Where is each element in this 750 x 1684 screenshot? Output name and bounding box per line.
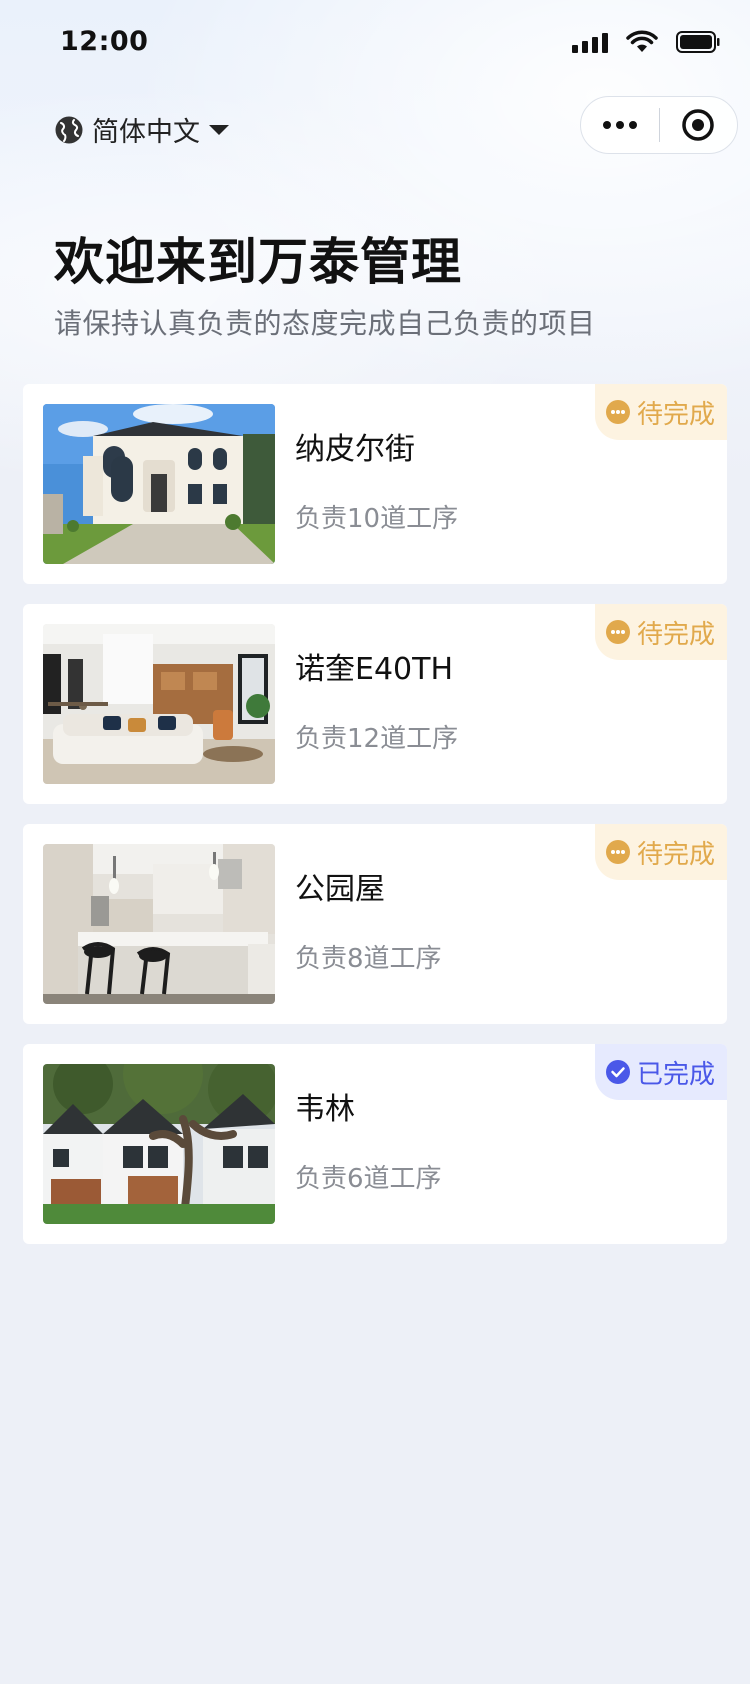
check-circle-icon — [605, 1059, 631, 1085]
project-task-count: 负责12道工序 — [295, 724, 459, 754]
project-card[interactable]: 公园屋 负责8道工序 待完成 — [23, 824, 727, 1024]
more-circle-icon — [605, 399, 631, 425]
project-name: 韦林 — [295, 1092, 355, 1127]
project-list: 纳皮尔街 负责10道工序 待完成 诺奎E40TH 负责12道工序 待完成 公园屋… — [23, 384, 727, 1264]
status-badge: 待完成 — [594, 384, 727, 440]
status-badge: 已完成 — [594, 1044, 727, 1100]
close-button[interactable] — [660, 96, 738, 154]
project-task-count: 负责8道工序 — [295, 944, 442, 974]
project-name: 诺奎E40TH — [295, 652, 454, 687]
language-label: 简体中文 — [92, 117, 200, 148]
project-card[interactable]: 诺奎E40TH 负责12道工序 待完成 — [23, 604, 727, 804]
status-label: 待完成 — [636, 619, 715, 650]
target-close-icon — [682, 109, 714, 141]
project-card[interactable]: 韦林 负责6道工序 已完成 — [23, 1044, 727, 1244]
project-thumbnail — [43, 844, 275, 1004]
more-circle-icon — [605, 619, 631, 645]
status-label: 待完成 — [636, 399, 715, 430]
status-badge: 待完成 — [594, 824, 727, 880]
cellular-signal-icon — [572, 31, 608, 53]
miniprogram-capsule — [580, 96, 738, 154]
project-thumbnail — [43, 1064, 275, 1224]
language-selector[interactable]: 简体中文 — [54, 110, 230, 149]
wifi-icon — [626, 30, 658, 52]
page-title: 欢迎来到万泰管理 — [54, 233, 462, 291]
status-bar: 12:00 — [0, 0, 750, 88]
status-time: 12:00 — [60, 26, 149, 57]
project-task-count: 负责6道工序 — [295, 1164, 442, 1194]
status-label: 已完成 — [636, 1059, 715, 1090]
status-icons — [572, 30, 720, 54]
status-badge: 待完成 — [594, 604, 727, 660]
globe-icon — [55, 116, 83, 143]
caret-down-icon — [209, 124, 229, 135]
more-circle-icon — [605, 839, 631, 865]
page-subtitle: 请保持认真负责的态度完成自己负责的项目 — [54, 307, 596, 340]
battery-icon — [676, 31, 720, 53]
project-name: 公园屋 — [295, 872, 385, 907]
project-name: 纳皮尔街 — [295, 432, 415, 467]
project-card[interactable]: 纳皮尔街 负责10道工序 待完成 — [23, 384, 727, 584]
project-thumbnail — [43, 624, 275, 784]
project-task-count: 负责10道工序 — [295, 504, 459, 534]
project-thumbnail — [43, 404, 275, 564]
status-label: 待完成 — [636, 839, 715, 870]
more-button[interactable] — [581, 96, 659, 154]
